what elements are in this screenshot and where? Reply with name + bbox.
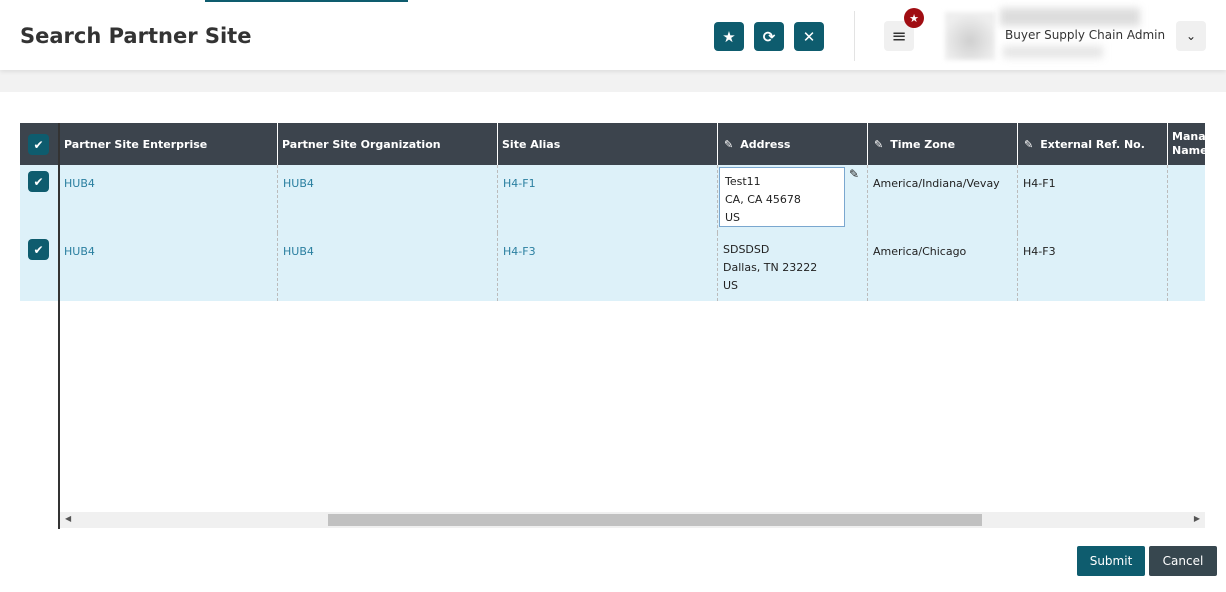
submit-button[interactable]: Submit bbox=[1077, 546, 1145, 576]
organization-cell[interactable]: HUB4 bbox=[277, 165, 497, 233]
user-menu-dropdown[interactable]: ⌄ bbox=[1176, 21, 1206, 51]
alias-cell[interactable]: H4-F3 bbox=[497, 233, 717, 301]
close-icon: ✕ bbox=[802, 27, 816, 46]
extref-cell[interactable]: H4-F3 bbox=[1017, 233, 1167, 301]
address-cell[interactable]: Test11 CA, CA 45678 US ✎ bbox=[717, 165, 867, 233]
horizontal-scrollbar[interactable]: ◀ ▶ bbox=[60, 512, 1205, 528]
edit-icon[interactable]: ✎ bbox=[849, 165, 859, 183]
scrollbar-thumb[interactable] bbox=[328, 514, 982, 526]
column-header[interactable]: Partner Site Enterprise bbox=[59, 123, 277, 165]
refresh-icon: ⟳ bbox=[762, 27, 776, 46]
active-tab-indicator bbox=[205, 0, 408, 2]
column-header[interactable]: ✎ Address bbox=[717, 123, 867, 165]
table-row[interactable]: ✔ HUB4 HUB4 H4-F3 SDSDSD Dallas, TN 2322… bbox=[20, 233, 1205, 301]
scroll-left-icon[interactable]: ◀ bbox=[65, 514, 71, 523]
table-row[interactable]: ✔ HUB4 HUB4 H4-F1 Test11 CA, CA 45678 US… bbox=[20, 165, 1205, 233]
star-icon: ★ bbox=[722, 27, 736, 46]
user-role: Buyer Supply Chain Admin bbox=[1005, 28, 1166, 42]
page-title: Search Partner Site bbox=[20, 24, 252, 48]
address-line: US bbox=[723, 279, 739, 292]
close-button[interactable]: ✕ bbox=[794, 22, 824, 51]
address-line: Dallas, TN 23222 bbox=[723, 261, 818, 274]
timezone-cell[interactable]: America/Chicago bbox=[867, 233, 1017, 301]
enterprise-cell[interactable]: HUB4 bbox=[59, 165, 277, 233]
edit-icon: ✎ bbox=[874, 137, 884, 151]
table-header: ✔ Partner Site Enterprise Partner Site O… bbox=[20, 123, 1205, 165]
refresh-button[interactable]: ⟳ bbox=[754, 22, 784, 51]
favorite-button[interactable]: ★ bbox=[714, 22, 744, 51]
divider bbox=[854, 11, 855, 61]
column-header[interactable]: Partner Site Organization bbox=[277, 123, 497, 165]
column-header[interactable]: ✎ External Ref. No. bbox=[1017, 123, 1167, 165]
user-org-blurred bbox=[1003, 46, 1103, 58]
favorites-badge[interactable]: ★ bbox=[904, 8, 924, 28]
timezone-cell[interactable]: America/Indiana/Vevay bbox=[867, 165, 1017, 233]
edit-icon: ✎ bbox=[724, 137, 734, 151]
address-editor[interactable]: Test11 CA, CA 45678 US bbox=[719, 167, 845, 227]
user-name-blurred bbox=[1000, 8, 1140, 26]
hamburger-icon: ≡ bbox=[891, 25, 907, 47]
enterprise-cell[interactable]: HUB4 bbox=[59, 233, 277, 301]
column-header[interactable]: ✎ Time Zone bbox=[867, 123, 1017, 165]
address-line: US bbox=[725, 211, 741, 224]
column-header[interactable]: Manag Name bbox=[1167, 123, 1205, 165]
manager-cell bbox=[1167, 233, 1205, 301]
organization-cell[interactable]: HUB4 bbox=[277, 233, 497, 301]
cancel-button[interactable]: Cancel bbox=[1149, 546, 1217, 576]
scroll-right-icon[interactable]: ▶ bbox=[1194, 514, 1200, 523]
edit-icon: ✎ bbox=[1024, 137, 1034, 151]
frozen-column-divider bbox=[58, 123, 60, 529]
column-label: Time Zone bbox=[890, 137, 956, 151]
star-icon: ★ bbox=[909, 11, 919, 25]
address-line: Test11 bbox=[725, 175, 761, 188]
row-checkbox[interactable]: ✔ bbox=[28, 171, 49, 192]
address-line: CA, CA 45678 bbox=[725, 193, 801, 206]
address-line: SDSDSD bbox=[723, 243, 770, 256]
row-checkbox[interactable]: ✔ bbox=[28, 239, 49, 260]
extref-cell[interactable]: H4-F1 bbox=[1017, 165, 1167, 233]
address-cell[interactable]: SDSDSD Dallas, TN 23222 US bbox=[717, 233, 867, 301]
chevron-down-icon: ⌄ bbox=[1185, 29, 1197, 43]
column-label: Address bbox=[740, 137, 791, 151]
manager-cell bbox=[1167, 165, 1205, 233]
column-header[interactable]: Site Alias bbox=[497, 123, 717, 165]
select-all-checkbox[interactable]: ✔ bbox=[28, 134, 49, 155]
alias-cell[interactable]: H4-F1 bbox=[497, 165, 717, 233]
partner-site-table: ✔ Partner Site Enterprise Partner Site O… bbox=[20, 123, 1205, 301]
avatar bbox=[945, 12, 995, 60]
column-label: External Ref. No. bbox=[1040, 137, 1145, 151]
app-header: Search Partner Site ★ ⟳ ✕ ≡ ★ Buyer Supp… bbox=[0, 0, 1226, 70]
